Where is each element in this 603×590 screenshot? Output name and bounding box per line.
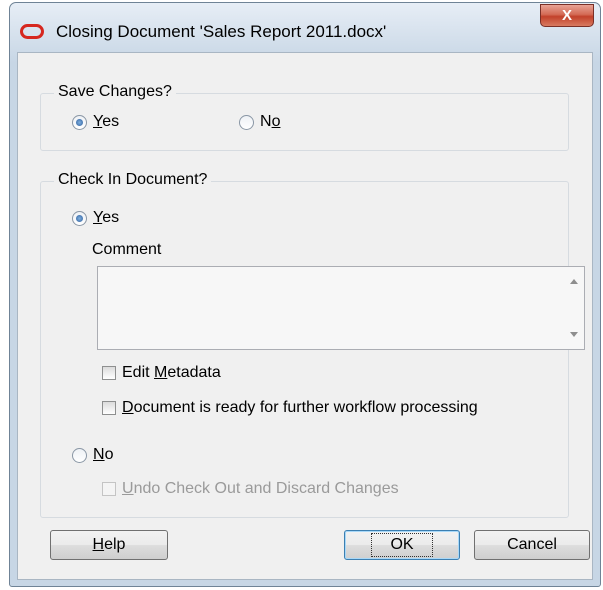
dialog-window: Closing Document 'Sales Report 2011.docx… (9, 2, 601, 587)
oracle-logo-icon (20, 24, 44, 39)
save-changes-label: Save Changes? (54, 83, 176, 101)
save-changes-no-label: No (260, 113, 281, 130)
checkbox-disabled-icon (102, 482, 116, 496)
cancel-button[interactable]: Cancel (474, 530, 590, 560)
check-in-label: Check In Document? (54, 171, 212, 189)
close-button[interactable]: X (540, 4, 594, 27)
comment-label: Comment (92, 241, 162, 258)
edit-metadata-checkbox[interactable]: Edit Metadata (102, 364, 221, 382)
workflow-ready-label: Document is ready for further workflow p… (122, 399, 478, 416)
undo-checkout-label: Undo Check Out and Discard Changes (122, 480, 399, 497)
scroll-up-arrow-icon[interactable] (570, 279, 578, 284)
check-in-yes-radio[interactable]: Yes (72, 209, 119, 227)
help-button[interactable]: Help (50, 530, 168, 560)
checkbox-unchecked-icon (102, 366, 116, 380)
title-bar[interactable]: Closing Document 'Sales Report 2011.docx… (10, 3, 600, 45)
close-icon: X (561, 7, 572, 24)
ok-button[interactable]: OK (344, 530, 460, 560)
check-in-no-label: No (93, 446, 114, 463)
save-changes-yes-label: Yes (93, 113, 120, 130)
save-changes-group: Save Changes? (40, 83, 569, 151)
help-button-label: Help (92, 536, 126, 553)
save-changes-no-radio[interactable]: No (239, 113, 280, 131)
radio-selected-icon (72, 210, 87, 226)
scroll-down-arrow-icon[interactable] (570, 332, 578, 337)
radio-unselected-icon (72, 447, 87, 463)
radio-unselected-icon (239, 114, 254, 130)
check-in-no-radio[interactable]: No (72, 446, 113, 464)
edit-metadata-label: Edit Metadata (122, 364, 221, 381)
undo-checkout-checkbox: Undo Check Out and Discard Changes (102, 480, 399, 498)
save-changes-yes-radio[interactable]: Yes (72, 113, 119, 131)
check-in-yes-label: Yes (93, 209, 120, 226)
ok-button-label: OK (371, 533, 433, 557)
window-title: Closing Document 'Sales Report 2011.docx… (56, 22, 387, 41)
radio-selected-icon (72, 114, 87, 130)
dialog-body: Save Changes? Yes No Check In Document? … (17, 52, 593, 580)
checkbox-unchecked-icon (102, 401, 116, 415)
cancel-button-label: Cancel (507, 536, 557, 553)
comment-textarea[interactable] (97, 266, 585, 350)
workflow-ready-checkbox[interactable]: Document is ready for further workflow p… (102, 399, 478, 417)
